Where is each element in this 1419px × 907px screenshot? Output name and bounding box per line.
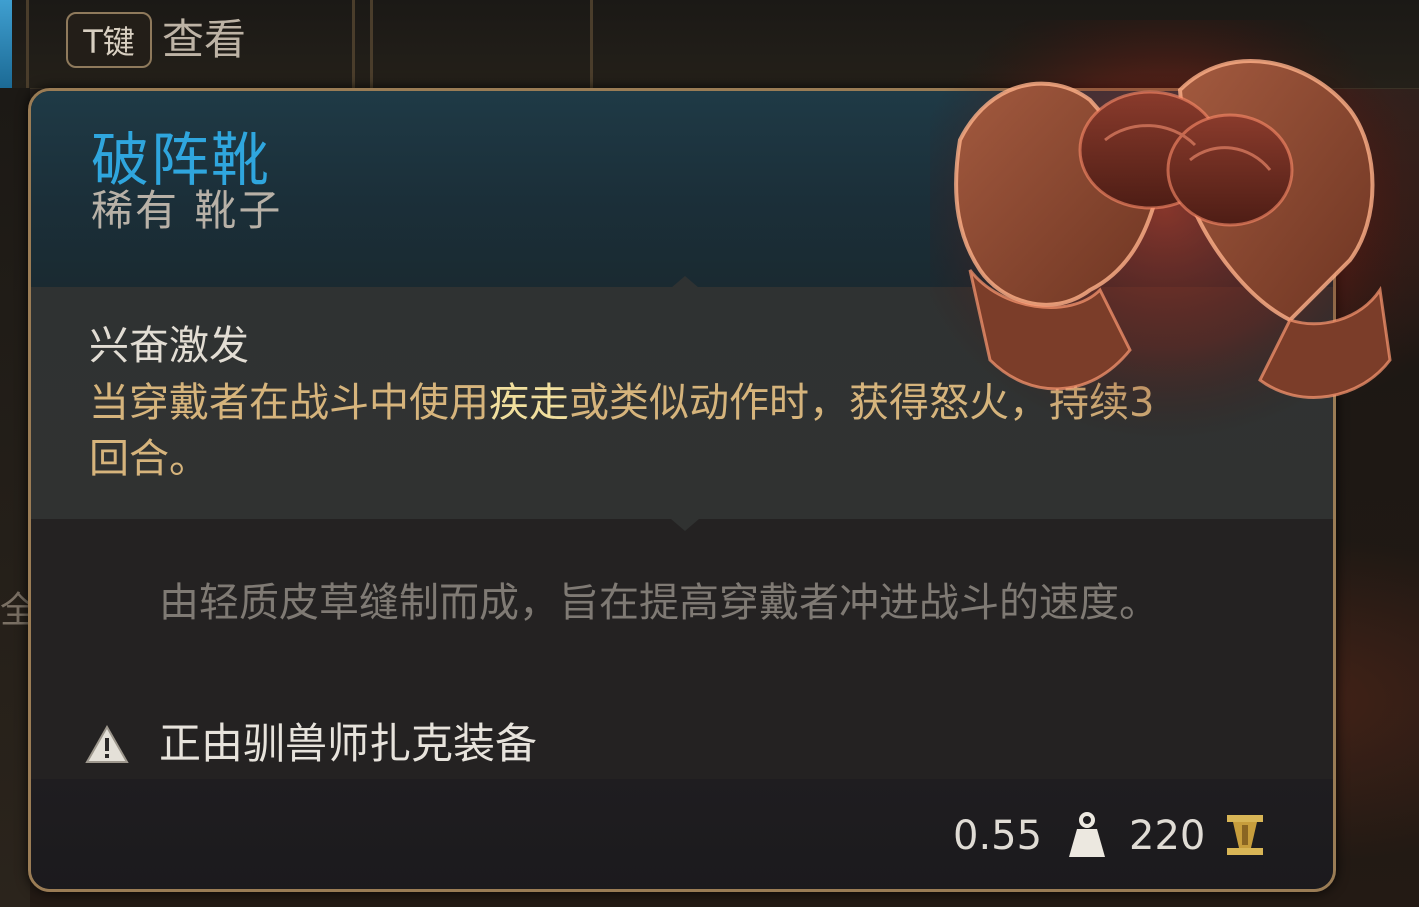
gold-value: 220 [1129,813,1206,859]
boots-item-art [930,20,1400,440]
item-lore: 由轻质皮草缝制而成，旨在提高穿戴者冲进战斗的速度。 [159,580,1159,626]
effect-keyword-dash[interactable]: 疾走 [489,380,569,426]
effect-desc-before: 当穿戴者在战斗中使用 [89,380,489,426]
hud-divider [590,0,593,88]
section-notch [671,274,699,288]
warning-icon [85,724,129,765]
weight-value: 0.55 [953,813,1043,859]
equipped-by-text: 正由驯兽师扎克装备 [159,719,538,768]
view-label: 查看 [162,15,247,64]
effect-name: 兴奋激发 [89,323,249,369]
gold-icon [1225,813,1265,857]
hud-divider [26,0,29,88]
t-key-hint[interactable]: T键 [66,12,152,68]
hud-divider [370,0,373,88]
hud-divider [352,0,355,88]
weight-icon [1067,811,1107,859]
item-rarity-type: 稀有 靴子 [91,186,283,235]
section-notch [671,519,699,533]
left-panel-edge: 全 [0,88,37,907]
selected-slot-edge [0,0,12,88]
left-panel-glyph: 全 [0,590,37,631]
